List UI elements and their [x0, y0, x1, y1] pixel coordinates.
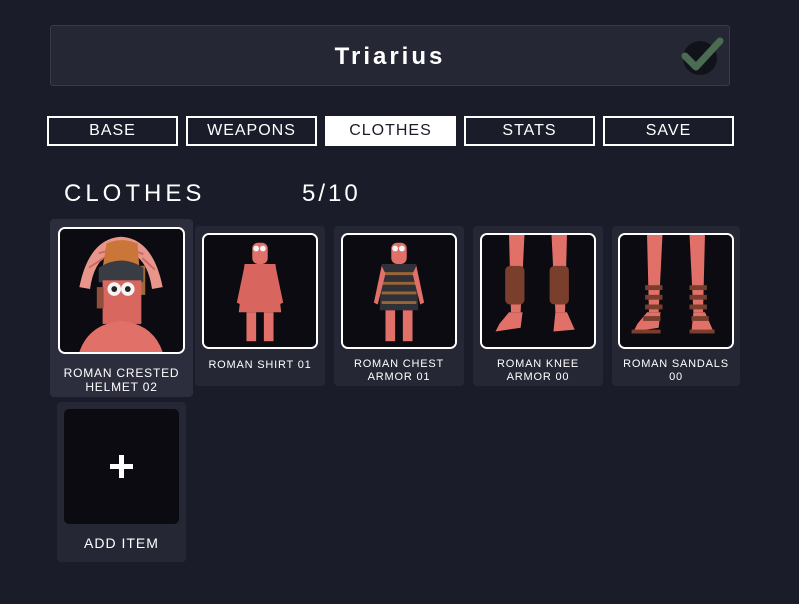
- roman-shirt-image: [204, 235, 316, 347]
- tab-clothes[interactable]: CLOTHES: [325, 116, 456, 146]
- item-thumbnail: [618, 233, 734, 349]
- item-label: ROMAN SHIRT 01: [195, 359, 325, 372]
- item-label: ROMAN CRESTED HELMET 02: [50, 366, 193, 394]
- tab-stats[interactable]: STATS: [464, 116, 595, 146]
- crested-helmet-image: [60, 229, 183, 352]
- item-label-line1: ROMAN CRESTED: [63, 366, 180, 380]
- item-count: 5/10: [302, 180, 361, 207]
- chest-armor-image: [343, 235, 455, 347]
- item-label-line2: HELMET 02: [85, 380, 158, 394]
- item-card-roman-shirt[interactable]: ROMAN SHIRT 01: [195, 226, 325, 386]
- item-label: ROMAN CHEST ARMOR 01: [334, 358, 464, 384]
- tab-bar: BASE WEAPONS CLOTHES STATS SAVE: [47, 116, 737, 146]
- item-label-line2: ARMOR 01: [367, 371, 431, 383]
- item-thumbnail: [202, 233, 318, 349]
- item-label: ROMAN SANDALS 00: [612, 358, 740, 384]
- item-thumbnail: [480, 233, 596, 349]
- add-item-label: ADD ITEM: [84, 535, 159, 551]
- item-label-line1: ROMAN SHIRT 01: [208, 359, 312, 371]
- item-thumbnail: [341, 233, 457, 349]
- section-title: CLOTHES: [64, 180, 206, 207]
- item-card-chest-armor[interactable]: ROMAN CHEST ARMOR 01: [334, 226, 464, 386]
- tab-weapons[interactable]: WEAPONS: [186, 116, 317, 146]
- item-thumbnail: [58, 227, 185, 354]
- tab-base[interactable]: BASE: [47, 116, 178, 146]
- add-item-button[interactable]: ADD ITEM: [57, 402, 186, 562]
- item-label-line2: ARMOR 00: [506, 371, 570, 383]
- item-label-line1: ROMAN CHEST: [353, 358, 445, 370]
- sandals-image: [620, 235, 732, 347]
- item-card-knee-armor[interactable]: ROMAN KNEE ARMOR 00: [473, 226, 603, 386]
- knee-armor-image: [482, 235, 594, 347]
- item-card-crested-helmet[interactable]: ROMAN CRESTED HELMET 02: [50, 219, 193, 397]
- item-card-sandals[interactable]: ROMAN SANDALS 00: [612, 226, 740, 386]
- item-label: ROMAN KNEE ARMOR 00: [473, 358, 603, 384]
- tab-save[interactable]: SAVE: [603, 116, 734, 146]
- checkmark-icon[interactable]: [679, 36, 725, 76]
- unit-name[interactable]: Triarius: [51, 26, 729, 87]
- item-label-line1: ROMAN SANDALS: [623, 358, 729, 370]
- add-item-slot[interactable]: [64, 409, 179, 524]
- unit-name-bar[interactable]: Triarius: [50, 25, 730, 86]
- plus-icon: [110, 455, 133, 478]
- item-label-line1: ROMAN KNEE: [497, 358, 579, 370]
- item-label-line2: 00: [669, 371, 683, 383]
